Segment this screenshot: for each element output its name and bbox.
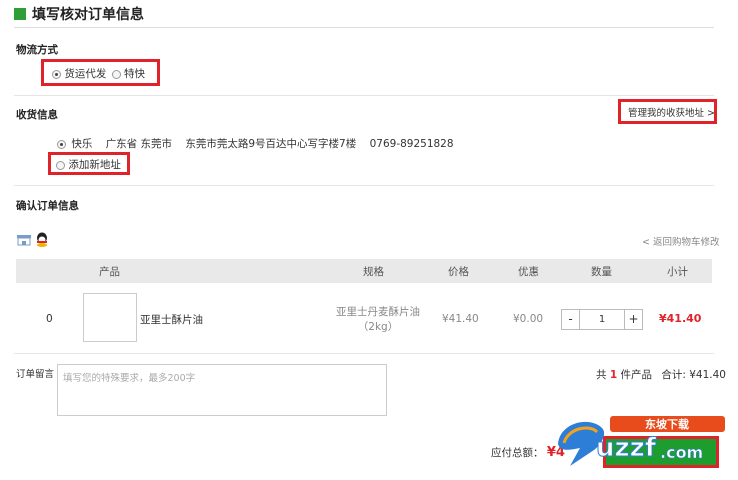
logistics-option-express-label[interactable]: 特快	[124, 68, 145, 80]
col-spec: 规格	[363, 266, 384, 278]
product-price: ¥41.40	[442, 313, 479, 325]
item-count: 1	[609, 369, 618, 381]
product-name[interactable]: 亚里士酥片油	[140, 312, 203, 327]
total-label: 合计:	[661, 369, 686, 381]
address-row[interactable]: 快乐 广东省 东莞市 东莞市莞太路9号百达中心写字楼7楼 0769-892518…	[57, 136, 454, 151]
address-phone: 0769-89251828	[369, 138, 454, 150]
title-marker	[14, 8, 26, 20]
count-prefix: 共	[596, 369, 607, 381]
divider	[14, 353, 714, 354]
manage-address-link[interactable]: 管理我的收获地址 >	[628, 105, 715, 119]
logistics-option-freight-radio[interactable]	[52, 69, 61, 79]
row-index: 0	[46, 313, 53, 325]
col-qty: 数量	[591, 266, 612, 278]
watermark-brand-text: uzzf	[596, 433, 657, 463]
add-address-highlight: 添加新地址	[48, 152, 130, 175]
logistics-options-highlight: 货运代发 特快	[41, 59, 160, 86]
product-spec: 亚里士丹麦酥片油 （2kg）	[318, 305, 438, 335]
address-name: 快乐	[71, 138, 93, 150]
qty-plus-button[interactable]: +	[624, 310, 642, 329]
order-table-header: 产品 规格 价格 优惠 数量 小计	[16, 259, 712, 283]
col-product: 产品	[99, 266, 120, 278]
order-summary: 共 1 件产品 合计: ¥41.40	[596, 367, 726, 382]
address-region: 广东省 东莞市	[105, 138, 173, 150]
manage-address-highlight: 管理我的收获地址 >	[618, 99, 717, 124]
note-label: 订单留言	[16, 369, 55, 380]
qty-minus-button[interactable]: -	[562, 310, 580, 329]
payable-label: 应付总额：	[491, 447, 544, 459]
shop-icon[interactable]	[16, 234, 32, 246]
col-price: 价格	[448, 266, 469, 278]
qq-chat-icon[interactable]	[34, 232, 50, 247]
spec-line-1: 亚里士丹麦酥片油	[336, 306, 420, 318]
total-amount: ¥41.40	[689, 369, 726, 381]
confirm-label: 确认订单信息	[16, 200, 79, 212]
qty-input[interactable]: 1	[580, 310, 624, 329]
count-suffix: 件产品	[620, 369, 653, 381]
add-address-label[interactable]: 添加新地址	[68, 159, 121, 171]
logistics-option-freight-label[interactable]: 货运代发	[64, 68, 106, 80]
page-title: 填写核对订单信息	[32, 7, 144, 23]
add-address-radio[interactable]	[56, 160, 65, 170]
logistics-option-express-radio[interactable]	[111, 69, 121, 79]
shipping-label: 收货信息	[16, 109, 58, 121]
divider	[14, 185, 714, 186]
spec-line-2: （2kg）	[357, 321, 399, 333]
back-to-cart-link[interactable]: < 返回购物车修改	[642, 234, 719, 248]
address-radio[interactable]	[57, 139, 66, 149]
col-discount: 优惠	[518, 266, 539, 278]
logistics-label: 物流方式	[16, 44, 58, 56]
watermark-domain-text: .com	[660, 443, 703, 462]
col-subtotal: 小计	[667, 266, 688, 278]
watermark-badge-text: 东坡下载	[645, 417, 689, 431]
divider	[14, 95, 714, 96]
product-thumbnail[interactable]	[83, 293, 137, 342]
order-note-textarea[interactable]: 填写您的特殊要求，最多200字	[57, 364, 387, 416]
uzzf-watermark-logo: 东坡下载 uzzf .com	[550, 410, 735, 475]
row-subtotal: ¥41.40	[659, 312, 702, 325]
product-discount: ¥0.00	[513, 313, 544, 325]
page-header: 填写核对订单信息	[14, 4, 714, 28]
quantity-stepper: - 1 +	[561, 309, 643, 330]
address-street: 东莞市莞太路9号百达中心写字楼7楼	[185, 138, 357, 150]
